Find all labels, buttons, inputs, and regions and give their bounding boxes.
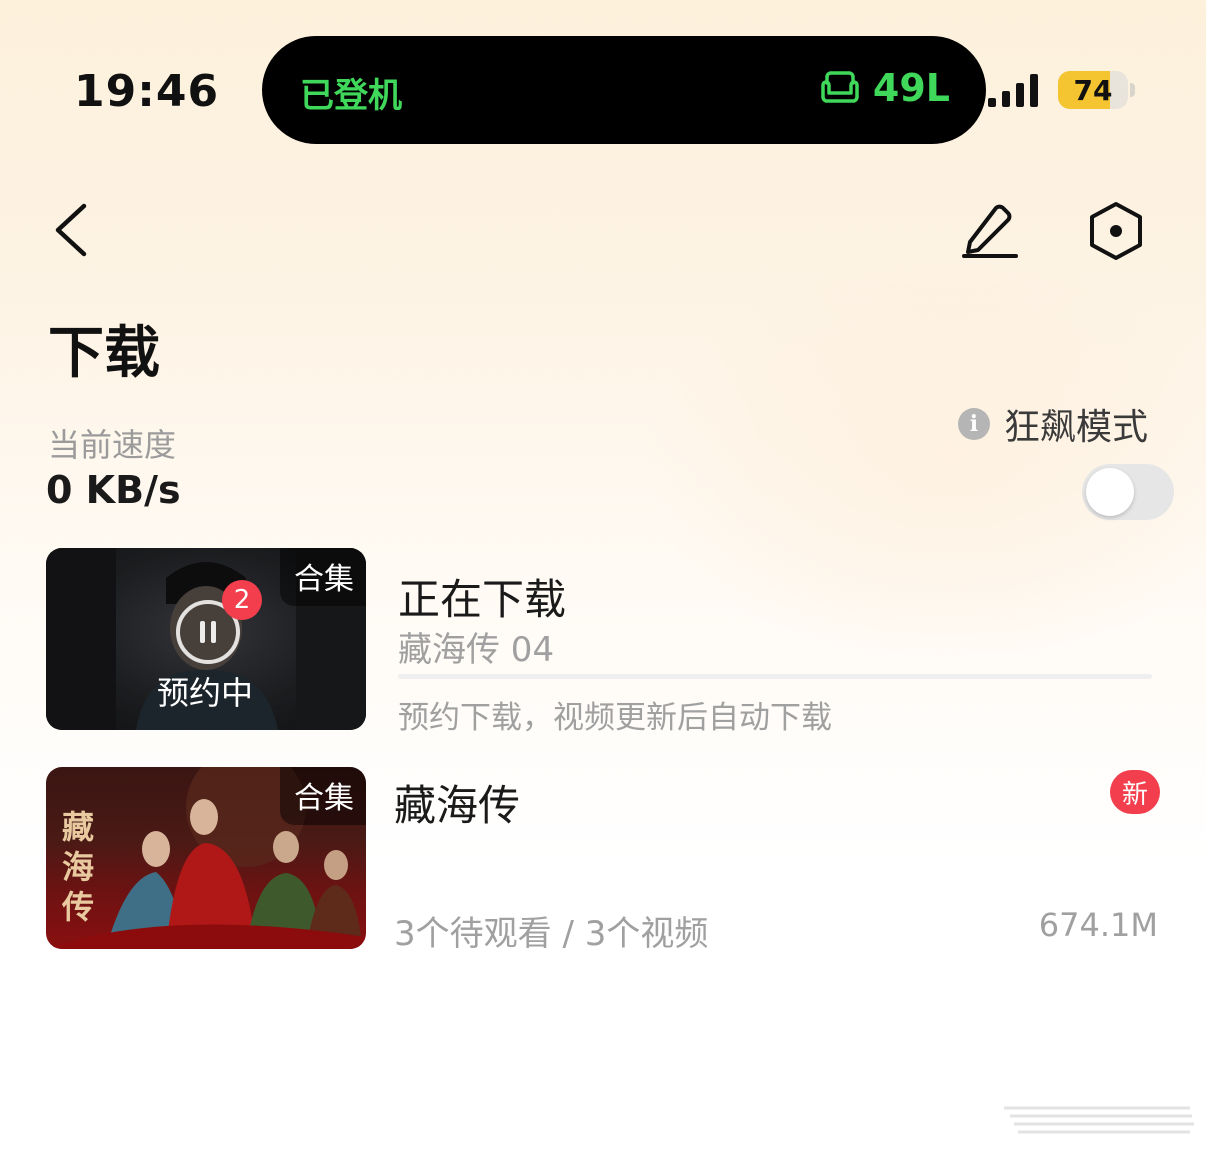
turbo-mode-toggle[interactable]	[1082, 464, 1174, 520]
toggle-knob	[1086, 468, 1134, 516]
collection-thumbnail[interactable]: 藏海传 合集	[46, 767, 366, 949]
battery-percent: 74	[1073, 74, 1113, 107]
dynamic-island[interactable]: 已登机 49L	[262, 36, 986, 144]
download-note: 预约下载，视频更新后自动下载	[398, 700, 832, 736]
turbo-mode-row: i 狂飙模式	[957, 398, 1148, 450]
new-badge: 新	[1110, 770, 1160, 814]
downloading-thumbnail[interactable]: 合集 2 预约中	[46, 548, 366, 730]
collection-size: 674.1M	[1038, 906, 1158, 944]
flight-seat: 49L	[819, 66, 950, 110]
back-button[interactable]	[48, 200, 96, 260]
battery-tip	[1130, 83, 1135, 97]
speed-value: 0 KB/s	[46, 468, 181, 512]
flight-status: 已登机	[300, 76, 402, 116]
chevron-left-icon	[55, 203, 87, 257]
turbo-mode-label: 狂飙模式	[1003, 407, 1148, 448]
background-decoration	[640, 250, 1206, 670]
signal-icon	[988, 74, 1038, 107]
hexagon-settings-icon	[1090, 202, 1142, 260]
seat-number: 49L	[872, 66, 950, 110]
page-title: 下载	[48, 321, 160, 386]
downloading-episode: 藏海传 04	[398, 630, 555, 670]
settings-button[interactable]	[1086, 200, 1146, 262]
edit-button[interactable]	[958, 198, 1022, 262]
collection-summary: 3个待观看 / 3个视频	[394, 914, 709, 954]
seat-icon	[821, 71, 859, 103]
status-time: 19:46	[74, 66, 220, 117]
watermark	[1004, 1106, 1194, 1134]
speed-label: 当前速度	[48, 426, 177, 464]
reserve-status-label: 预约中	[156, 674, 253, 712]
poster-title: 藏海传	[62, 808, 95, 926]
collection-title[interactable]: 藏海传	[394, 772, 520, 833]
info-icon[interactable]: i	[957, 408, 990, 440]
edit-icon	[962, 204, 1018, 258]
download-count-badge: 2	[222, 580, 262, 620]
collection-tag: 合集	[280, 767, 366, 825]
battery-indicator: 74	[1058, 71, 1128, 109]
download-progress-bar	[398, 674, 1152, 679]
downloading-title[interactable]: 正在下载	[398, 566, 566, 627]
collection-tag: 合集	[280, 548, 366, 606]
